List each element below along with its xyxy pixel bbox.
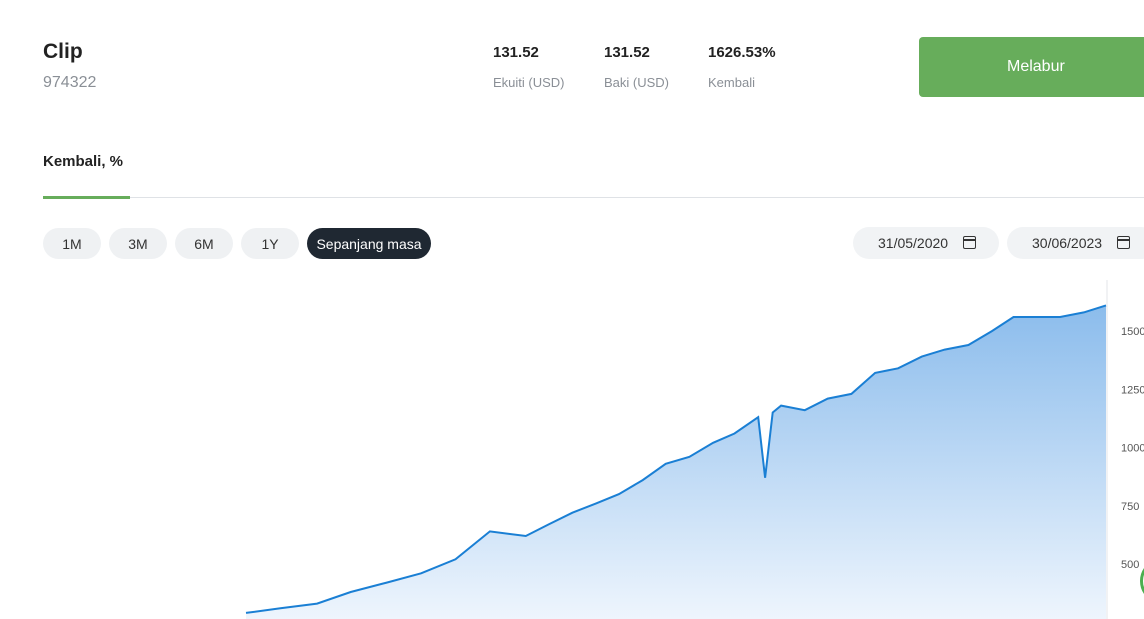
y-tick-label: 500 xyxy=(1121,559,1139,571)
date-to-input[interactable]: 30/06/2023 xyxy=(1007,227,1144,259)
y-tick-label: 1500 xyxy=(1121,326,1144,338)
invest-button[interactable]: Melabur xyxy=(919,37,1144,97)
range-1y-button[interactable]: 1Y xyxy=(241,228,299,259)
date-from-input[interactable]: 31/05/2020 xyxy=(853,227,999,259)
stat-balance-value: 131.52 xyxy=(604,44,650,61)
tab-return-percent[interactable]: Kembali, % xyxy=(43,153,123,170)
stat-balance: 131.52 Baki (USD) xyxy=(604,44,669,90)
stat-equity-value: 131.52 xyxy=(493,44,539,61)
calendar-icon[interactable] xyxy=(963,236,976,249)
tab-divider xyxy=(43,197,1144,198)
y-tick-label: 1000 xyxy=(1121,443,1144,455)
stat-balance-label: Baki (USD) xyxy=(604,75,670,90)
stat-equity: 131.52 Ekuiti (USD) xyxy=(493,44,565,90)
y-tick-label: 750 xyxy=(1121,501,1139,513)
range-3m-button[interactable]: 3M xyxy=(109,228,167,259)
stat-return: 1626.53% Kembali xyxy=(708,44,776,90)
date-from-value: 31/05/2020 xyxy=(878,235,949,251)
stat-return-value: 1626.53% xyxy=(708,44,776,61)
range-6m-button[interactable]: 6M xyxy=(175,228,233,259)
account-id: 974322 xyxy=(43,74,97,91)
date-to-value: 30/06/2023 xyxy=(1032,235,1103,251)
calendar-icon[interactable] xyxy=(1117,236,1130,249)
tab-active-underline xyxy=(43,196,130,199)
range-1m-button[interactable]: 1M xyxy=(43,228,101,259)
stat-return-label: Kembali xyxy=(708,75,755,90)
stat-equity-label: Ekuiti (USD) xyxy=(493,75,565,90)
return-chart: 500 750 1000 1250 1500 xyxy=(245,280,1144,619)
chart-area xyxy=(246,305,1106,619)
invest-button-label: Melabur xyxy=(1007,58,1065,75)
range-all-time-button[interactable]: Sepanjang masa xyxy=(307,228,431,259)
y-tick-label: 1250 xyxy=(1121,384,1144,396)
account-name: Clip xyxy=(43,40,83,63)
